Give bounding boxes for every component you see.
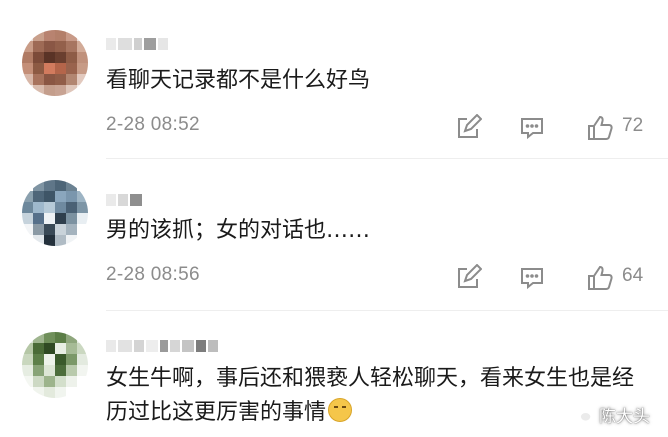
username-redacted[interactable] <box>106 38 170 50</box>
like-count: 72 <box>622 115 644 136</box>
divider <box>106 158 668 159</box>
watermark-label: 陈大头 <box>599 407 650 427</box>
wechat-icon <box>571 406 592 422</box>
share-icon[interactable] <box>454 264 482 292</box>
comment-time: 2-28 08:56 <box>106 264 200 285</box>
comment-meta: 2-28 08:56 64 <box>106 264 646 292</box>
thumbs-up-icon[interactable] <box>586 264 614 292</box>
avatar[interactable] <box>22 30 88 96</box>
comment-time: 2-28 08:52 <box>106 114 200 135</box>
divider <box>106 310 668 311</box>
comment-icon[interactable] <box>518 264 546 292</box>
watermark: 陈大头 <box>571 402 650 427</box>
comment-text: 看聊天记录都不是什么好鸟 <box>106 68 371 93</box>
username-redacted[interactable] <box>106 340 220 352</box>
comment-text-content: 女生牛啊，事后还和猥亵人轻松聊天，看来女生也是经历过比这更厉害的事情 <box>106 366 635 425</box>
share-icon[interactable] <box>454 114 482 142</box>
thumbs-up-icon[interactable] <box>586 114 614 142</box>
smirk-emoji-icon <box>328 398 353 422</box>
avatar[interactable] <box>22 180 88 246</box>
comment-text: 男的该抓；女的对话也…… <box>106 218 371 243</box>
comment-text: 女生牛啊，事后还和猥亵人轻松聊天，看来女生也是经历过比这更厉害的事情 <box>106 362 646 430</box>
avatar[interactable] <box>22 332 88 398</box>
username-redacted[interactable] <box>106 194 144 206</box>
like-count: 64 <box>622 265 644 286</box>
comment-icon[interactable] <box>518 114 546 142</box>
comment-meta: 2-28 08:52 72 <box>106 114 646 142</box>
